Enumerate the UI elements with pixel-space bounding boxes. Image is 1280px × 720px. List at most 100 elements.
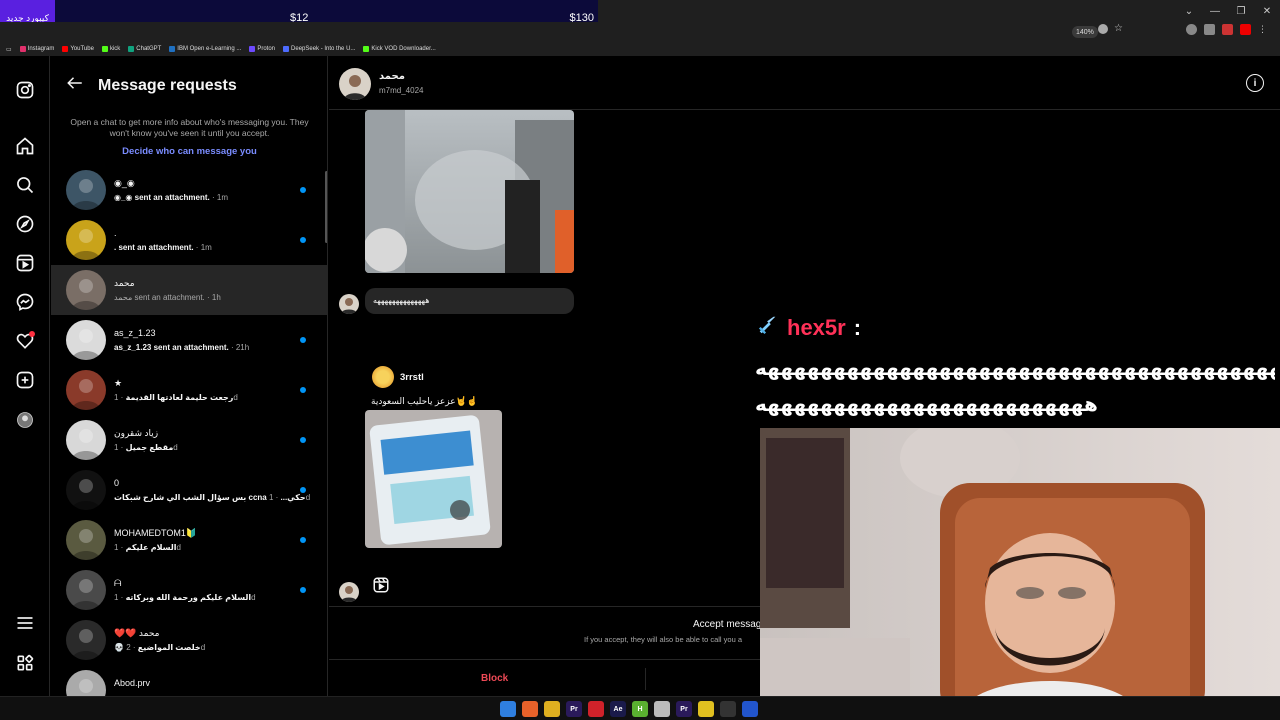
window-controls: ⌄ — ❐ ✕ <box>1176 0 1280 22</box>
shared-image-airplane[interactable] <box>365 110 574 273</box>
request-preview-text: مقطع جميل <box>125 443 174 452</box>
profile-icon[interactable] <box>1186 24 1197 35</box>
bookmark-chatgpt[interactable]: ChatGPT <box>128 46 161 52</box>
request-avatar <box>66 170 106 210</box>
bookmark-ibm[interactable]: IBM Open e-Learning ... <box>169 46 241 52</box>
maximize-icon[interactable]: ❐ <box>1228 0 1254 22</box>
request-avatar <box>66 420 106 460</box>
bookmark-youtube[interactable]: YouTube <box>62 46 94 52</box>
tab-list-icon[interactable]: ⌄ <box>1176 0 1202 22</box>
request-row[interactable]: زياد شقرون مقطع جميل · 1d <box>51 415 327 465</box>
unread-dot <box>300 387 306 393</box>
bookmark-kick-vod[interactable]: Kick VOD Downloader... <box>363 46 436 52</box>
request-name: ◉_◉ <box>114 178 135 188</box>
bookmarks-bar: ▭ Instagram YouTube kick ChatGPT IBM Ope… <box>0 42 1280 56</box>
circle-icon[interactable] <box>1098 24 1108 34</box>
explore-icon[interactable] <box>15 214 35 234</box>
bookmark-deepseek[interactable]: DeepSeek - Into the U... <box>283 46 355 52</box>
request-row[interactable]: as_z_1.23 as_z_1.23 sent an attachment. ·… <box>51 315 327 365</box>
actions-divider <box>645 668 646 690</box>
home-icon[interactable] <box>15 136 35 156</box>
bookmark-instagram[interactable]: Instagram <box>19 46 54 52</box>
back-arrow-icon[interactable] <box>66 74 84 97</box>
request-avatar <box>66 670 106 696</box>
request-name: ❤️❤️ محمد <box>114 628 160 638</box>
nav-rail <box>0 56 50 696</box>
request-avatar <box>66 370 106 410</box>
conversation-info-icon[interactable]: i <box>1246 74 1264 92</box>
request-preview: السلام عليكم · 1d <box>114 543 181 552</box>
request-preview: محمد sent an attachment. · 1h <box>114 293 221 302</box>
premiere-2-icon[interactable]: Pr <box>676 701 692 717</box>
request-row[interactable]: ᗩ السلام عليكم ورحمة الله وبركاته · 1d <box>51 565 327 615</box>
yellow-app-icon[interactable] <box>698 701 714 717</box>
messenger-icon[interactable] <box>15 292 35 312</box>
also-from-meta-icon[interactable] <box>15 653 35 673</box>
message-sender-avatar[interactable] <box>339 582 359 602</box>
chat-username-row: hex5r : <box>757 314 861 342</box>
request-row[interactable]: ★ رجعت حليمة لعادتها القديمة · 1d <box>51 365 327 415</box>
request-preview-text: as_z_1.23 sent an attachment. <box>114 343 229 352</box>
chat-message-line-1: هههههههههههههههههههههههههههههههههههههههه… <box>755 358 1275 380</box>
blue-app-icon[interactable] <box>742 701 758 717</box>
block-button[interactable]: Block <box>481 673 508 684</box>
shared-post-avatar[interactable] <box>372 366 394 388</box>
more-menu-icon[interactable] <box>15 613 35 633</box>
obs-icon[interactable] <box>720 701 736 717</box>
files-icon[interactable] <box>544 701 560 717</box>
request-row[interactable]: محمد محمد sent an attachment. · 1h <box>51 265 327 315</box>
search-icon[interactable] <box>15 175 35 195</box>
notifications-heart-icon[interactable] <box>15 331 35 351</box>
minimize-icon[interactable]: — <box>1202 0 1228 22</box>
request-name: MOHAMEDTOM1🔰 <box>114 528 198 538</box>
request-row[interactable]: ◉_◉ ◉_◉ sent an attachment. · 1m <box>51 165 327 215</box>
conversation-name[interactable]: محمد <box>379 71 405 82</box>
unread-dot <box>300 437 306 443</box>
requests-info-text: Open a chat to get more info about who's… <box>70 117 309 138</box>
request-row[interactable]: MOHAMEDTOM1🔰 السلام عليكم · 1d <box>51 515 327 565</box>
request-preview-text: السلام عليكم <box>125 543 177 552</box>
after-effects-icon[interactable]: Ae <box>610 701 626 717</box>
bookmark-proton[interactable]: Proton <box>249 46 275 52</box>
request-row[interactable]: ❤️❤️ محمد 💀 خلصت المواضيع · 2d <box>51 615 327 665</box>
create-icon[interactable] <box>15 370 35 390</box>
youtube-icon <box>62 46 69 52</box>
chatgpt-icon <box>128 46 135 52</box>
requests-scrollbar[interactable] <box>325 171 327 243</box>
youtube-extension-icon[interactable] <box>1240 24 1251 35</box>
instagram-logo-icon[interactable] <box>15 80 35 100</box>
taskbar-icons: Pr Ae H Pr <box>500 701 758 717</box>
extension-badge-icon[interactable] <box>1222 24 1233 35</box>
zoom-level-badge[interactable]: 140% <box>1072 26 1098 38</box>
close-icon[interactable]: ✕ <box>1254 0 1280 22</box>
red-app-icon[interactable] <box>588 701 604 717</box>
shared-post-username[interactable]: 3rrstl <box>400 372 424 383</box>
firefox-icon[interactable] <box>522 701 538 717</box>
bookmark-folder-icon[interactable]: ▭ <box>6 46 12 53</box>
conversation-header: محمد m7md_4024 i <box>329 56 1280 110</box>
request-row[interactable]: 0 بس سؤال الشب الي شارح شبكات ccna حكي...… <box>51 465 327 515</box>
message-sender-avatar[interactable] <box>339 294 359 314</box>
message-bubble: ههههههههههههههه <box>365 288 574 314</box>
bookmark-kick[interactable]: kick <box>101 46 120 52</box>
shared-post-image[interactable] <box>365 410 502 548</box>
request-name: زياد شقرون <box>114 428 159 438</box>
request-avatar <box>66 270 106 310</box>
reel-attachment-icon[interactable] <box>372 576 390 594</box>
request-row[interactable]: Abod.prv <box>51 665 327 696</box>
decide-who-can-message-link[interactable]: Decide who can message you <box>51 146 327 157</box>
windows-icon[interactable] <box>500 701 516 717</box>
white-app-icon[interactable] <box>654 701 670 717</box>
extensions-icon[interactable] <box>1204 24 1215 35</box>
h-app-icon[interactable]: H <box>632 701 648 717</box>
bookmark-star-icon[interactable]: ☆ <box>1114 24 1124 34</box>
accept-message-description: If you accept, they will also be able to… <box>584 635 743 644</box>
conversation-avatar[interactable] <box>339 68 371 100</box>
reels-icon[interactable] <box>15 253 35 273</box>
profile-avatar-icon[interactable] <box>15 410 35 430</box>
request-avatar <box>66 470 106 510</box>
menu-dots-icon[interactable]: ⋮ <box>1258 24 1269 35</box>
request-row[interactable]: . . sent an attachment. · 1m <box>51 215 327 265</box>
request-avatar <box>66 220 106 260</box>
premiere-icon[interactable]: Pr <box>566 701 582 717</box>
